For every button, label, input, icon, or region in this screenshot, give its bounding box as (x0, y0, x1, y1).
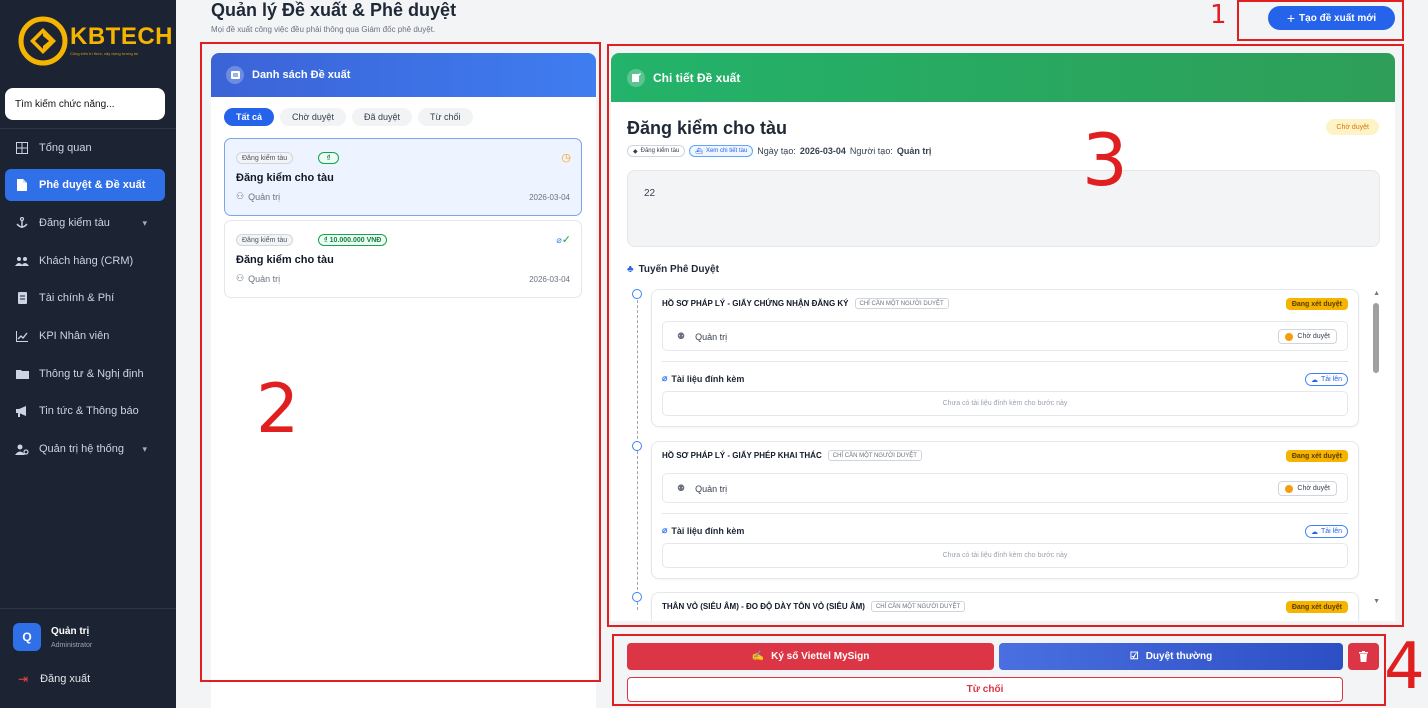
logout-label: Đăng xuất (40, 673, 91, 685)
logo-mark-icon (18, 16, 68, 66)
sidebar: KBTECH Cũng kiến trí thức, xây dựng tươn… (0, 0, 176, 708)
sidebar-item-label: Tổng quan (39, 142, 92, 154)
avatar[interactable]: Q (13, 623, 41, 651)
logout-button[interactable]: ⇥ Đăng xuất (18, 672, 90, 686)
sidebar-item-regulations[interactable]: Thông tư & Nghị định (5, 358, 165, 390)
sidebar-item-finance[interactable]: Tài chính & Phí (5, 282, 165, 314)
sidebar-item-overview[interactable]: Tổng quan (5, 132, 165, 164)
megaphone-icon (5, 405, 39, 417)
user-section (0, 608, 176, 609)
chevron-down-icon: ▾ (142, 217, 147, 228)
anchor-icon (5, 217, 39, 229)
chart-line-icon (5, 330, 39, 342)
logo-name: KBTECH (70, 23, 173, 50)
sidebar-item-ship-inspection[interactable]: Đăng kiểm tàu ▾ (5, 207, 165, 239)
annotation-number-4: 4 (1384, 630, 1425, 704)
annotation-box-1 (1237, 0, 1404, 41)
sidebar-item-news[interactable]: Tin tức & Thông báo (5, 395, 165, 427)
document-icon (5, 179, 39, 191)
chevron-down-icon: ▾ (142, 443, 147, 454)
annotation-box-3 (607, 44, 1404, 627)
sidebar-item-label: Thông tư & Nghị định (39, 368, 144, 380)
folder-icon (5, 369, 39, 379)
sidebar-item-crm[interactable]: Khách hàng (CRM) (5, 245, 165, 277)
annotation-number-2: 2 (256, 370, 300, 449)
logout-icon: ⇥ (18, 672, 29, 686)
page-title: Quản lý Đề xuất & Phê duyệt (211, 0, 457, 20)
sidebar-item-label: KPI Nhân viên (39, 330, 110, 342)
invoice-icon (5, 292, 39, 304)
sidebar-item-label: Quản trị hệ thống (39, 443, 125, 455)
sidebar-item-system-admin[interactable]: Quản trị hệ thống ▾ (5, 433, 165, 465)
user-name: Quản trị (51, 626, 90, 637)
sidebar-item-label: Đăng kiểm tàu (39, 217, 110, 229)
kbtech-logo[interactable]: KBTECH Cũng kiến trí thức, xây dựng tươn… (18, 14, 173, 68)
annotation-box-2 (200, 42, 601, 682)
annotation-box-4 (612, 634, 1386, 706)
sidebar-item-label: Phê duyệt & Đề xuất (39, 179, 146, 191)
user-gear-icon (5, 444, 39, 455)
annotation-number-3: 3 (1082, 118, 1128, 202)
sidebar-item-label: Tin tức & Thông báo (39, 405, 139, 417)
grid-icon (5, 142, 39, 154)
logo-tagline: Cũng kiến trí thức, xây dựng tương lai (70, 51, 138, 56)
function-search-input[interactable]: Tìm kiếm chức năng... (5, 88, 165, 120)
sidebar-item-approvals[interactable]: Phê duyệt & Đề xuất (5, 169, 165, 201)
sidebar-item-label: Tài chính & Phí (39, 292, 115, 304)
page-subtitle: Mọi đề xuất công việc đều phải thông qua… (211, 25, 436, 34)
sidebar-item-kpi[interactable]: KPI Nhân viên (5, 320, 165, 352)
sidebar-item-label: Khách hàng (CRM) (39, 255, 134, 267)
users-icon (5, 256, 39, 267)
user-role: Administrator (51, 642, 93, 649)
annotation-number-1: 1 (1210, 0, 1227, 30)
sidebar-divider (0, 128, 176, 129)
